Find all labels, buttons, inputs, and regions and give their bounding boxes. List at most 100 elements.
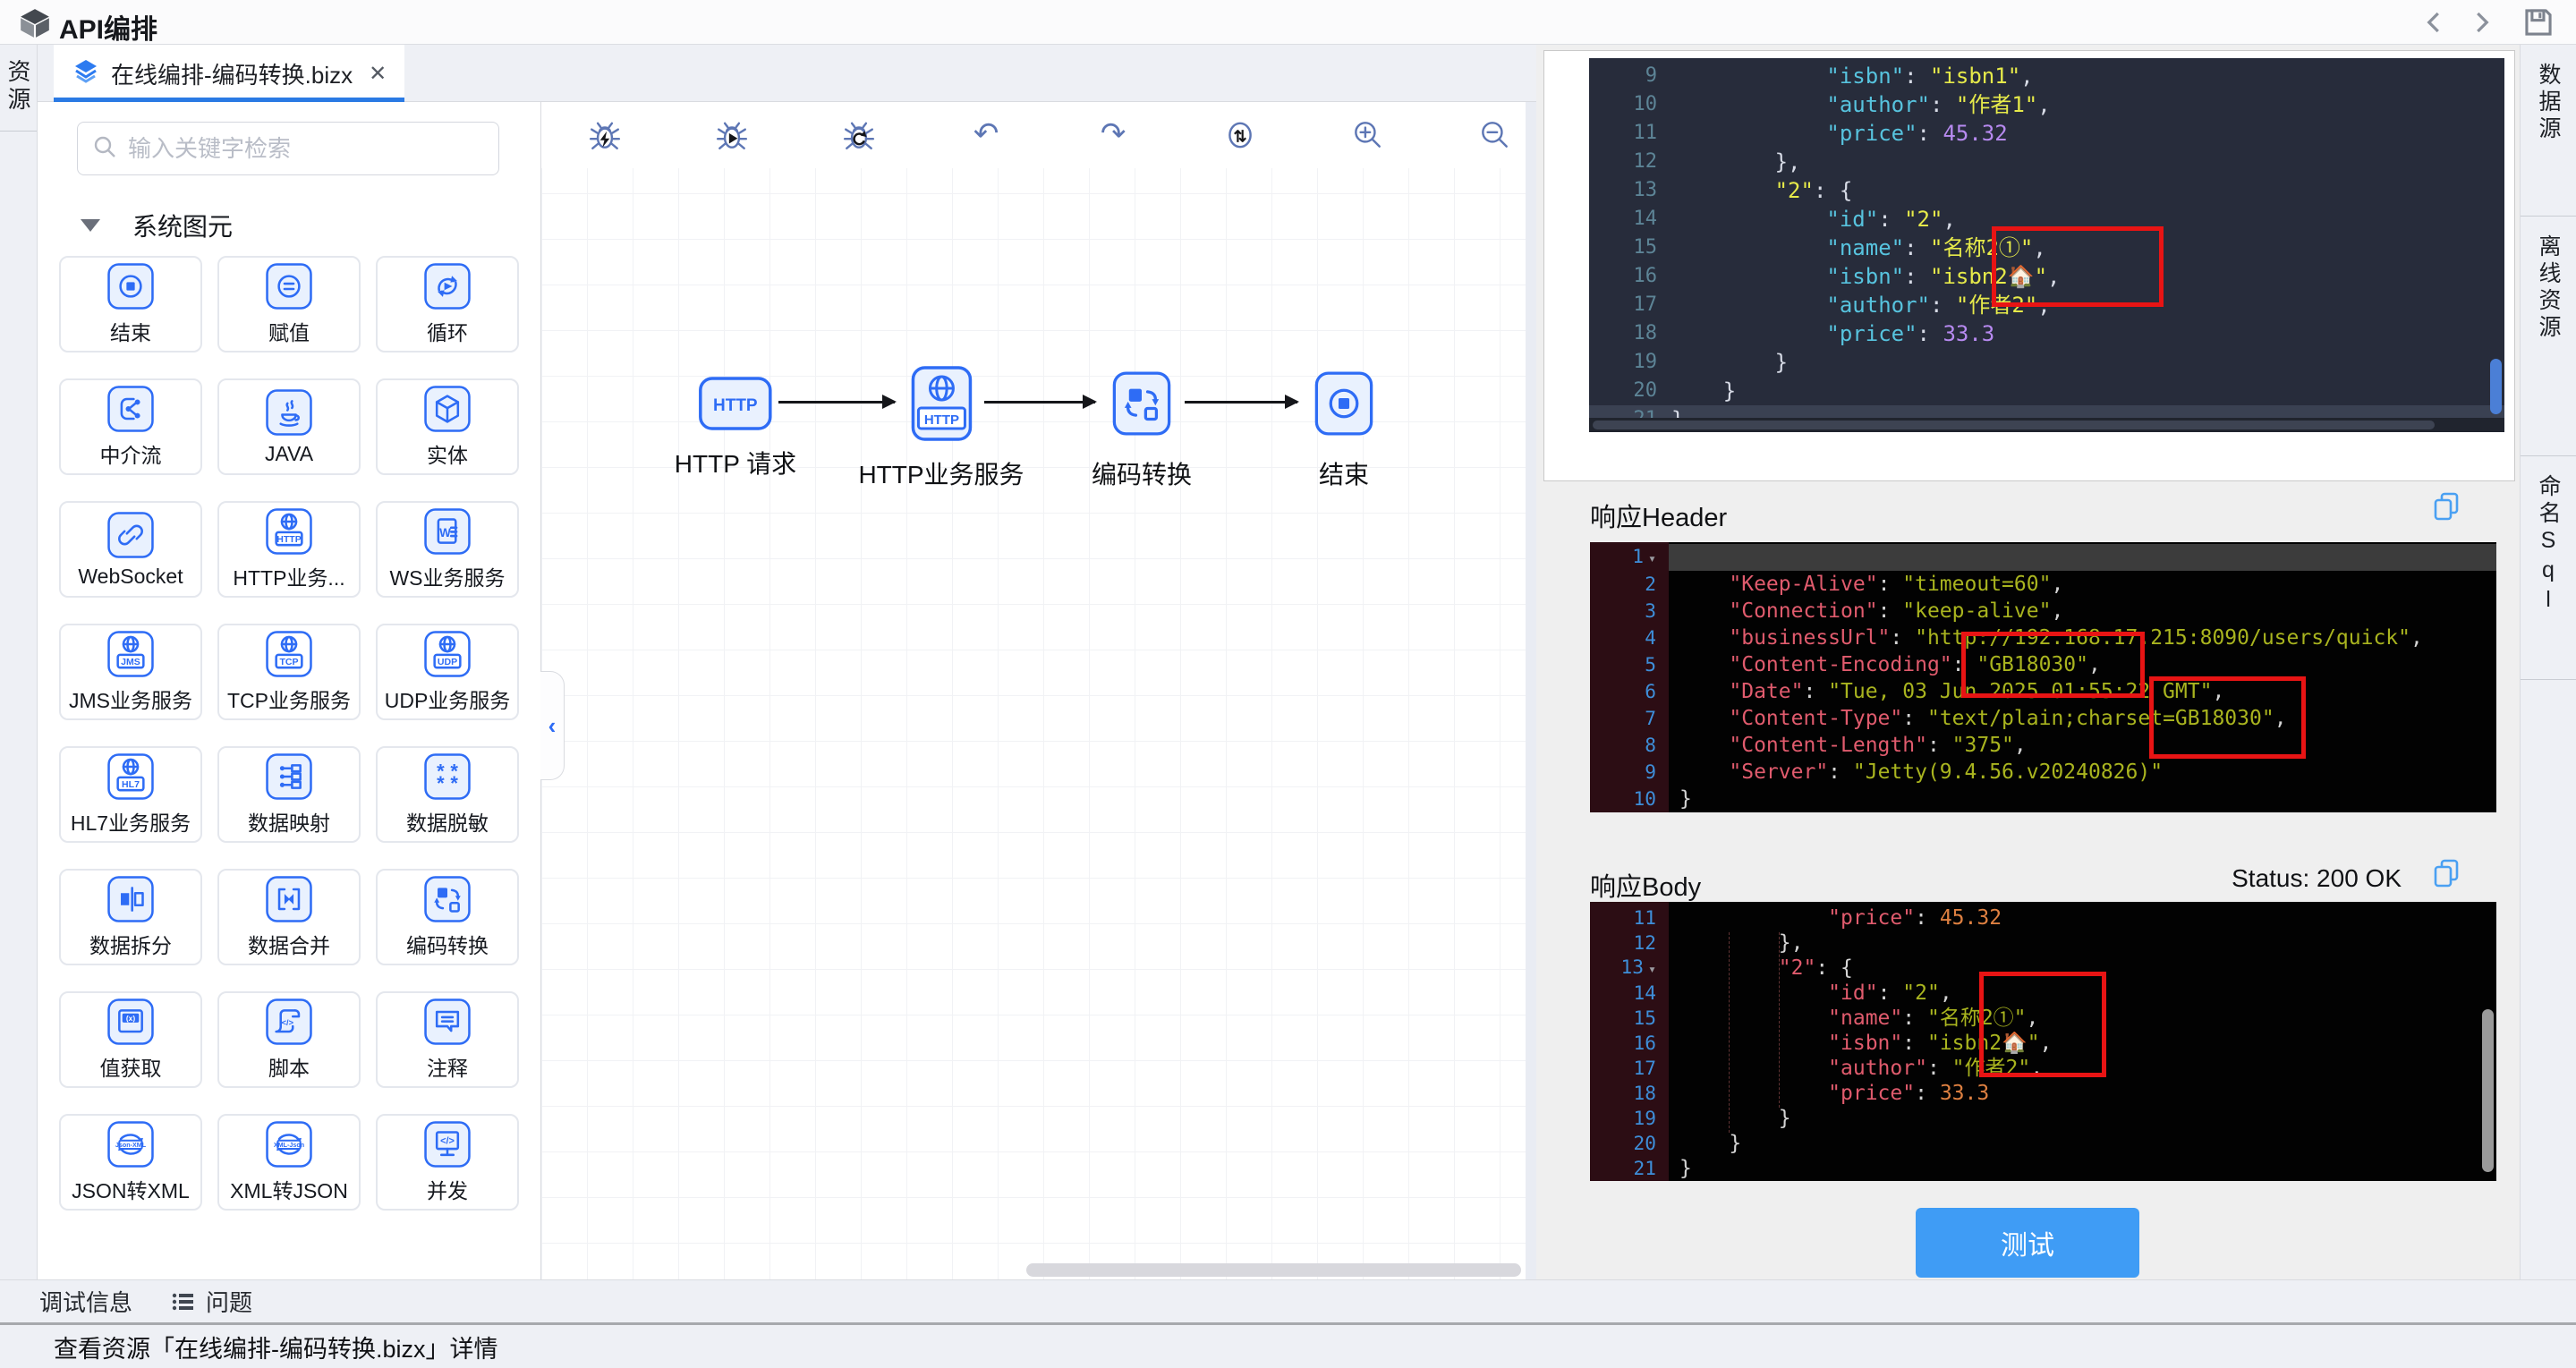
palette-item-concurrent[interactable]: </>并发 bbox=[376, 1114, 519, 1211]
right-sidebar-tab-label: 命名Sql bbox=[2532, 474, 2564, 616]
editor-vertical-scrollbar[interactable] bbox=[2482, 1009, 2494, 1172]
palette-item-websocket[interactable]: WebSocket bbox=[59, 501, 202, 598]
code-line: 3 "Connection": "keep-alive", bbox=[1590, 598, 2496, 625]
svg-text:</>: </> bbox=[440, 1136, 455, 1147]
palette-section-header[interactable]: 系统图元 bbox=[81, 208, 233, 243]
response-body-editor[interactable]: 11 "price": 45.3212 },13▾ "2": {14 "id":… bbox=[1590, 902, 2496, 1181]
palette-item-hl7-svc[interactable]: HL7HL7业务服务 bbox=[59, 746, 202, 843]
line-number: 19 bbox=[1590, 1106, 1669, 1131]
flow-node-label: HTTP 请求 bbox=[675, 445, 796, 480]
palette-item-java[interactable]: JAVA bbox=[217, 378, 361, 475]
editor-horizontal-scrollbar[interactable] bbox=[1589, 418, 2504, 432]
line-number: 1▾ bbox=[1590, 543, 1669, 572]
document-tab[interactable]: 在线编排-编码转换.bizx ✕ bbox=[54, 45, 404, 102]
svg-text:↷: ↷ bbox=[1101, 118, 1126, 151]
palette-item-tcp-svc[interactable]: TCPTCP业务服务 bbox=[217, 624, 361, 720]
flow-edge bbox=[1185, 401, 1297, 404]
bug-restart-icon[interactable] bbox=[842, 118, 876, 152]
undo-icon[interactable]: ↶ bbox=[969, 118, 1003, 152]
palette-item-ws-doc[interactable]: WWS业务服务 bbox=[376, 501, 519, 598]
palette-item-http-svc[interactable]: HTTPHTTP业务... bbox=[217, 501, 361, 598]
concurrent-icon: </> bbox=[423, 1120, 472, 1168]
response-header-editor[interactable]: 1▾{2 "Keep-Alive": "timeout=60",3 "Conne… bbox=[1590, 542, 2496, 812]
palette-item-udp-svc[interactable]: UDPUDP业务服务 bbox=[376, 624, 519, 720]
redo-icon[interactable]: ↷ bbox=[1096, 118, 1130, 152]
code-text: "name": "名称2①", bbox=[1679, 1006, 2038, 1031]
code-text: "2": { bbox=[1671, 176, 1852, 205]
code-line: 20 } bbox=[1589, 377, 2504, 405]
left-sidebar: 资源 bbox=[0, 45, 38, 1279]
palette-item-comment[interactable]: 注释 bbox=[376, 991, 519, 1088]
line-number: 17 bbox=[1589, 291, 1671, 319]
palette-item-data-split[interactable]: 数据拆分 bbox=[59, 869, 202, 965]
palette-item-assign[interactable]: 赋值 bbox=[217, 256, 361, 353]
code-line: 11 "price": 45.32 bbox=[1589, 119, 2504, 148]
palette-item-encode[interactable]: 编码转换 bbox=[376, 869, 519, 965]
copy-icon[interactable] bbox=[2431, 857, 2463, 889]
zoom-in-icon[interactable] bbox=[1350, 118, 1384, 152]
debug-info-tab[interactable]: 调试信息 bbox=[39, 1285, 132, 1318]
palette-item-json2xml[interactable]: Json-XMLJSON转XML bbox=[59, 1114, 202, 1211]
data-split-icon bbox=[106, 875, 155, 923]
bug-flash-icon[interactable] bbox=[588, 118, 622, 152]
right-sidebar-tab-2[interactable]: 离线资源 bbox=[2521, 217, 2576, 456]
status-bar: 查看资源「在线编排-编码转换.bizx」详情 bbox=[0, 1325, 2576, 1368]
request-body-editor[interactable]: 9 "isbn": "isbn1",10 "author": "作者1",11 … bbox=[1589, 58, 2504, 432]
svg-text:Json-XML: Json-XML bbox=[115, 1142, 147, 1149]
flow-node-http-request[interactable]: HTTPHTTP 请求 bbox=[675, 376, 796, 480]
palette-item-data-mask[interactable]: ****数据脱敏 bbox=[376, 746, 519, 843]
right-sidebar-tab-label: 离线资源 bbox=[2532, 234, 2564, 342]
palette-item-entity[interactable]: 实体 bbox=[376, 378, 519, 475]
flow-node-end-flow[interactable]: 结束 bbox=[1313, 365, 1375, 491]
fit-swap-icon[interactable]: ⇅ bbox=[1223, 118, 1257, 152]
palette-item-label: 数据脱敏 bbox=[406, 806, 489, 837]
line-number: 20 bbox=[1590, 1131, 1669, 1156]
flow-node-encode-flow[interactable]: 编码转换 bbox=[1092, 365, 1192, 491]
palette-item-stop-circle[interactable]: 结束 bbox=[59, 256, 202, 353]
canvas-horizontal-scrollbar[interactable] bbox=[1026, 1263, 1521, 1277]
palette-item-data-merge[interactable]: 数据合并 bbox=[217, 869, 361, 965]
search-box[interactable] bbox=[77, 122, 499, 175]
data-map-icon bbox=[265, 752, 313, 801]
fold-caret-icon[interactable]: ▾ bbox=[1648, 961, 1656, 977]
code-text: "price": 45.32 bbox=[1679, 905, 2002, 930]
palette-item-label: 数据合并 bbox=[248, 929, 330, 959]
forward-icon[interactable] bbox=[2468, 9, 2495, 36]
flow-node-globe-http[interactable]: HTTPHTTP业务服务 bbox=[858, 365, 1024, 491]
save-icon[interactable] bbox=[2521, 5, 2555, 39]
palette-item-mediator[interactable]: 中介流 bbox=[59, 378, 202, 475]
line-number: 17 bbox=[1590, 1056, 1669, 1081]
palette-item-script[interactable]: </>脚本 bbox=[217, 991, 361, 1088]
palette-collapse-handle[interactable]: ‹ bbox=[540, 671, 565, 780]
test-button[interactable]: 测试 bbox=[1916, 1208, 2139, 1278]
palette-item-loop[interactable]: 循环 bbox=[376, 256, 519, 353]
palette-item-value-get[interactable]: (x)值获取 bbox=[59, 991, 202, 1088]
flow-canvas[interactable]: ↶↷⇅ HTTPHTTP 请求HTTPHTTP业务服务编码转换结束 ‹ bbox=[541, 102, 1536, 1279]
copy-icon[interactable] bbox=[2431, 490, 2463, 523]
back-icon[interactable] bbox=[2421, 9, 2448, 36]
editor-vertical-scrollbar[interactable] bbox=[2490, 359, 2502, 414]
palette-item-jms-svc[interactable]: JMSJMS业务服务 bbox=[59, 624, 202, 720]
palette-item-data-map[interactable]: 数据映射 bbox=[217, 746, 361, 843]
line-number: 20 bbox=[1589, 377, 1671, 405]
bug-play-icon[interactable] bbox=[715, 118, 749, 152]
svg-text:HTTP: HTTP bbox=[923, 412, 958, 428]
palette-item-xml2json[interactable]: XML-JsonXML转JSON bbox=[217, 1114, 361, 1211]
sidebar-tab-resources[interactable]: 资源 bbox=[0, 45, 37, 132]
fold-caret-icon[interactable]: ▾ bbox=[1648, 550, 1656, 566]
right-sidebar-tab-3[interactable]: 命名Sql bbox=[2521, 456, 2576, 680]
line-number: 3 bbox=[1590, 598, 1669, 625]
tab-close-icon[interactable]: ✕ bbox=[369, 61, 387, 87]
code-line: 16 "isbn": "isbn2🏠", bbox=[1590, 1031, 2496, 1056]
zoom-out-icon[interactable] bbox=[1477, 118, 1511, 152]
search-input[interactable] bbox=[128, 135, 484, 163]
line-number: 14 bbox=[1589, 205, 1671, 234]
palette-item-label: 中介流 bbox=[100, 438, 162, 469]
palette-item-label: 实体 bbox=[427, 438, 468, 469]
line-number: 11 bbox=[1589, 119, 1671, 148]
code-text: } bbox=[1671, 348, 1788, 377]
right-sidebar-tab-1[interactable]: 数据源 bbox=[2521, 45, 2576, 217]
line-number: 11 bbox=[1590, 905, 1669, 930]
problems-tab[interactable]: 问题 bbox=[170, 1285, 252, 1318]
status-bar-message: 查看资源「在线编排-编码转换.bizx」详情 bbox=[54, 1330, 498, 1364]
